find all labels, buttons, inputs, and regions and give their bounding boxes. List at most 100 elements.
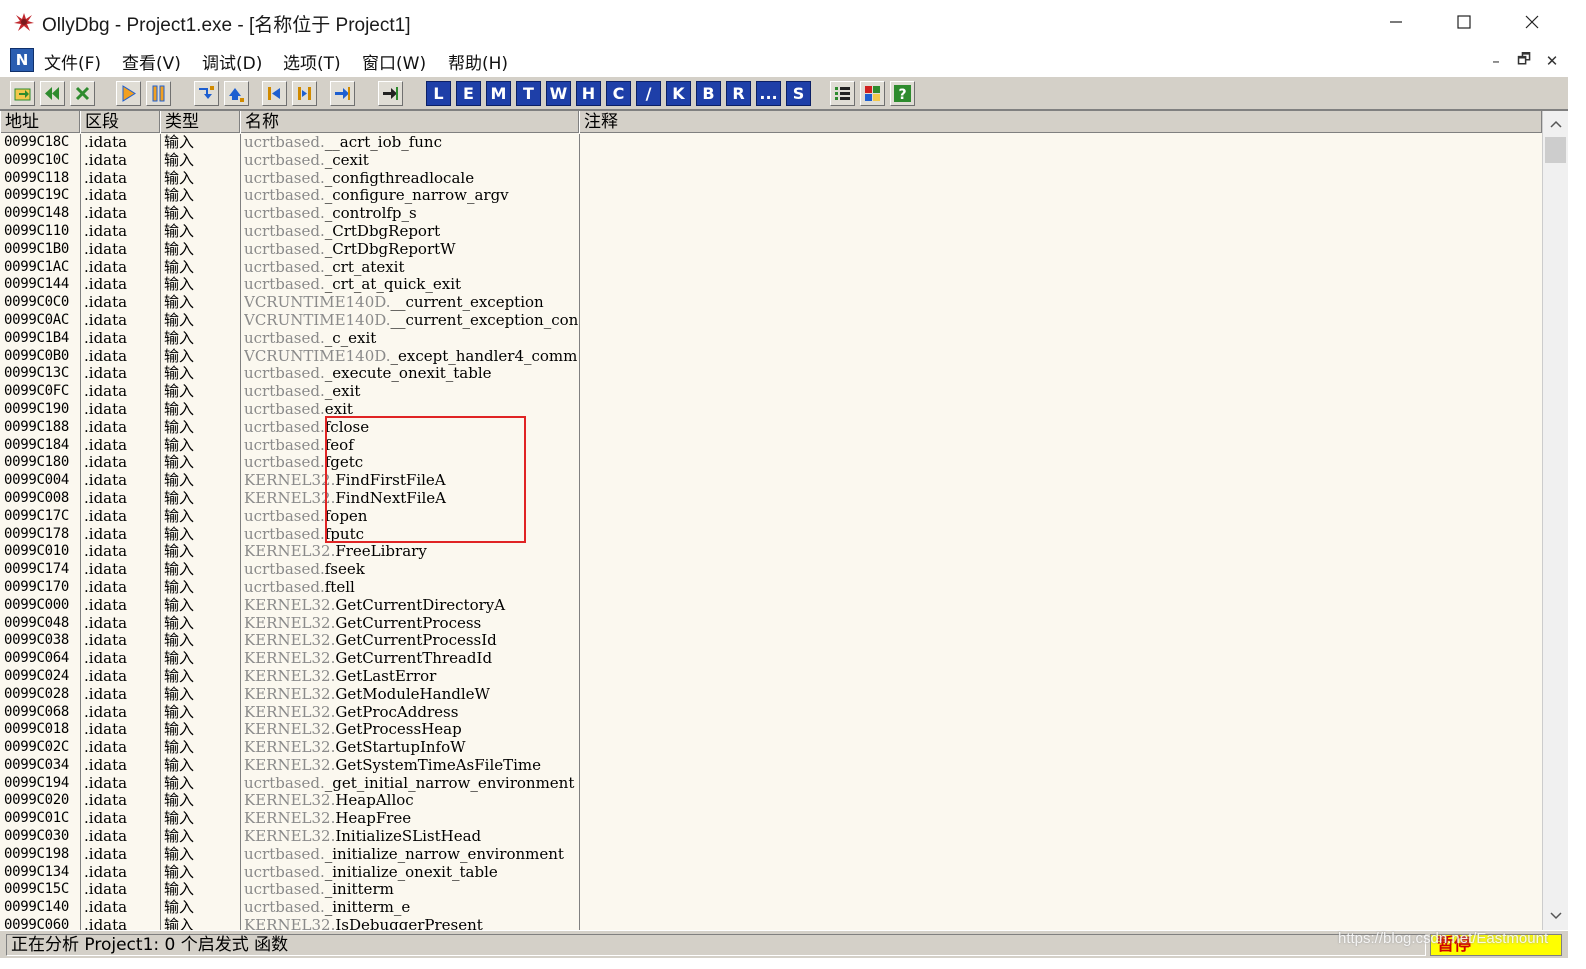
table-row[interactable]: 0099C1AC .idata 输入 ucrtbased._crt_atexit <box>0 259 1542 277</box>
handles-button[interactable]: H <box>576 81 601 106</box>
table-row[interactable]: 0099C0FC .idata 输入 ucrtbased._exit <box>0 383 1542 401</box>
mdi-restore-button[interactable]: 🗗 <box>1512 50 1536 72</box>
table-row[interactable]: 0099C008 .idata 输入 KERNEL32.FindNextFileA <box>0 490 1542 508</box>
threads-button[interactable]: T <box>516 81 541 106</box>
table-row[interactable]: 0099C01C .idata 输入 KERNEL32.HeapFree <box>0 810 1542 828</box>
mdi-close-button[interactable]: ✕ <box>1540 50 1564 72</box>
run-trace-button[interactable]: ... <box>756 81 781 106</box>
table-row[interactable]: 0099C174 .idata 输入 ucrtbased.fseek <box>0 561 1542 579</box>
call-stack-button[interactable]: K <box>666 81 691 106</box>
table-row[interactable]: 0099C144 .idata 输入 ucrtbased._crt_at_quick_… <box>0 276 1542 294</box>
table-row[interactable]: 0099C134 .idata 输入 ucrtbased._initialize_on… <box>0 864 1542 882</box>
menu-debug[interactable]: 调试(D) <box>202 49 262 74</box>
table-row[interactable]: 0099C110 .idata 输入 ucrtbased._CrtDbgReport <box>0 223 1542 241</box>
table-row[interactable]: 0099C1B4 .idata 输入 ucrtbased._c_exit <box>0 330 1542 348</box>
column-header-address[interactable]: 地址 <box>0 111 80 133</box>
menu-window[interactable]: 窗口(W) <box>362 49 426 74</box>
scroll-thumb[interactable] <box>1545 137 1566 163</box>
vertical-scrollbar[interactable] <box>1542 111 1568 931</box>
windows-button[interactable]: W <box>546 81 571 106</box>
minimize-button[interactable] <box>1362 0 1430 44</box>
table-row[interactable]: 0099C15C .idata 输入 ucrtbased._initterm <box>0 881 1542 899</box>
menu-view[interactable]: 查看(V) <box>122 49 181 74</box>
cell-type: 输入 <box>164 311 195 329</box>
table-row[interactable]: 0099C010 .idata 输入 KERNEL32.FreeLibrary <box>0 543 1542 561</box>
source-button[interactable]: S <box>786 81 811 106</box>
table-row[interactable]: 0099C024 .idata 输入 KERNEL32.GetLastError <box>0 668 1542 686</box>
table-row[interactable]: 0099C18C .idata 输入 ucrtbased.__acrt_iob_fun… <box>0 134 1542 152</box>
table-row[interactable]: 0099C180 .idata 输入 ucrtbased.fgetc <box>0 454 1542 472</box>
table-row[interactable]: 0099C190 .idata 输入 ucrtbased.exit <box>0 401 1542 419</box>
table-row[interactable]: 0099C060 .idata 输入 KERNEL32.IsDebuggerPrese… <box>0 917 1542 931</box>
table-row[interactable]: 0099C194 .idata 输入 ucrtbased._get_initial_n… <box>0 775 1542 793</box>
step-into-button[interactable] <box>194 81 219 106</box>
table-row[interactable]: 0099C188 .idata 输入 ucrtbased.fclose <box>0 419 1542 437</box>
scroll-up-button[interactable] <box>1543 113 1568 135</box>
cpu-button[interactable]: C <box>606 81 631 106</box>
ollydbg-bug-icon <box>14 13 34 31</box>
table-row[interactable]: 0099C000 .idata 输入 KERNEL32.GetCurrentDirec… <box>0 597 1542 615</box>
patches-button[interactable]: / <box>636 81 661 106</box>
executable-modules-button[interactable]: E <box>456 81 481 106</box>
maximize-button[interactable] <box>1430 0 1498 44</box>
column-header-name[interactable]: 名称 <box>240 111 579 133</box>
close-program-button[interactable] <box>70 81 95 106</box>
chevron-up-icon <box>1549 120 1562 128</box>
table-row[interactable]: 0099C0C0 .idata 输入 VCRUNTIME140D.__current_… <box>0 294 1542 312</box>
execute-till-return-button[interactable] <box>330 81 355 106</box>
mdi-minimize-button[interactable]: – <box>1484 50 1508 72</box>
table-row[interactable]: 0099C028 .idata 输入 KERNEL32.GetModuleHandle… <box>0 686 1542 704</box>
table-row[interactable]: 0099C018 .idata 输入 KERNEL32.GetProcessHeap <box>0 721 1542 739</box>
memory-map-button[interactable]: M <box>486 81 511 106</box>
close-button[interactable] <box>1498 0 1566 44</box>
table-row[interactable]: 0099C19C .idata 输入 ucrtbased._configure_nar… <box>0 187 1542 205</box>
table-row[interactable]: 0099C02C .idata 输入 KERNEL32.GetStartupInfoW <box>0 739 1542 757</box>
table-row[interactable]: 0099C118 .idata 输入 ucrtbased._configthreadl… <box>0 170 1542 188</box>
table-row[interactable]: 0099C17C .idata 输入 ucrtbased.fopen <box>0 508 1542 526</box>
table-row[interactable]: 0099C030 .idata 输入 KERNEL32.InitializeSList… <box>0 828 1542 846</box>
references-button[interactable]: R <box>726 81 751 106</box>
restart-button[interactable] <box>40 81 65 106</box>
table-row[interactable]: 0099C004 .idata 输入 KERNEL32.FindFirstFileA <box>0 472 1542 490</box>
table-row[interactable]: 0099C064 .idata 输入 KERNEL32.GetCurrentThrea… <box>0 650 1542 668</box>
function-name: _crt_atexit <box>324 258 405 276</box>
log-window-button[interactable]: L <box>426 81 451 106</box>
table-row[interactable]: 0099C048 .idata 输入 KERNEL32.GetCurrentProce… <box>0 615 1542 633</box>
open-button[interactable] <box>10 81 35 106</box>
table-row[interactable]: 0099C148 .idata 输入 ucrtbased._controlfp_s <box>0 205 1542 223</box>
goto-button[interactable] <box>378 81 403 106</box>
table-row[interactable]: 0099C068 .idata 输入 KERNEL32.GetProcAddress <box>0 704 1542 722</box>
child-window-icon[interactable]: N <box>10 48 34 72</box>
table-row[interactable]: 0099C198 .idata 输入 ucrtbased._initialize_na… <box>0 846 1542 864</box>
column-header-comment[interactable]: 注释 <box>579 111 1542 133</box>
table-row[interactable]: 0099C140 .idata 输入 ucrtbased._initterm_e <box>0 899 1542 917</box>
menu-file[interactable]: 文件(F) <box>44 49 101 74</box>
table-row[interactable]: 0099C178 .idata 输入 ucrtbased.fputc <box>0 526 1542 544</box>
table-row[interactable]: 0099C020 .idata 输入 KERNEL32.HeapAlloc <box>0 792 1542 810</box>
table-row[interactable]: 0099C10C .idata 输入 ucrtbased._cexit <box>0 152 1542 170</box>
scroll-down-button[interactable] <box>1543 905 1568 927</box>
grid-button[interactable] <box>860 81 885 106</box>
trace-over-button[interactable] <box>292 81 317 106</box>
table-row[interactable]: 0099C034 .idata 输入 KERNEL32.GetSystemTimeAs… <box>0 757 1542 775</box>
breakpoints-button[interactable]: B <box>696 81 721 106</box>
table-row[interactable]: 0099C170 .idata 输入 ucrtbased.ftell <box>0 579 1542 597</box>
table-row[interactable]: 0099C0B0 .idata 输入 VCRUNTIME140D._except_ha… <box>0 348 1542 366</box>
list-button[interactable] <box>830 81 855 106</box>
help-button[interactable]: ? <box>890 81 915 106</box>
table-row[interactable]: 0099C184 .idata 输入 ucrtbased.feof <box>0 437 1542 455</box>
table-row[interactable]: 0099C1B0 .idata 输入 ucrtbased._CrtDbgReportW <box>0 241 1542 259</box>
column-header-section[interactable]: 区段 <box>80 111 160 133</box>
module-prefix: KERNEL32. <box>244 810 336 828</box>
pause-button[interactable] <box>146 81 171 106</box>
trace-into-button[interactable] <box>262 81 287 106</box>
menu-help[interactable]: 帮助(H) <box>448 49 508 74</box>
cell-address: 0099C1B4 <box>4 329 70 346</box>
table-row[interactable]: 0099C038 .idata 输入 KERNEL32.GetCurrentProce… <box>0 632 1542 650</box>
run-button[interactable] <box>116 81 141 106</box>
table-row[interactable]: 0099C0AC .idata 输入 VCRUNTIME140D.__current_… <box>0 312 1542 330</box>
column-header-type[interactable]: 类型 <box>160 111 240 133</box>
step-over-button[interactable] <box>224 81 249 106</box>
menu-options[interactable]: 选项(T) <box>283 49 341 74</box>
table-row[interactable]: 0099C13C .idata 输入 ucrtbased._execute_onexi… <box>0 365 1542 383</box>
